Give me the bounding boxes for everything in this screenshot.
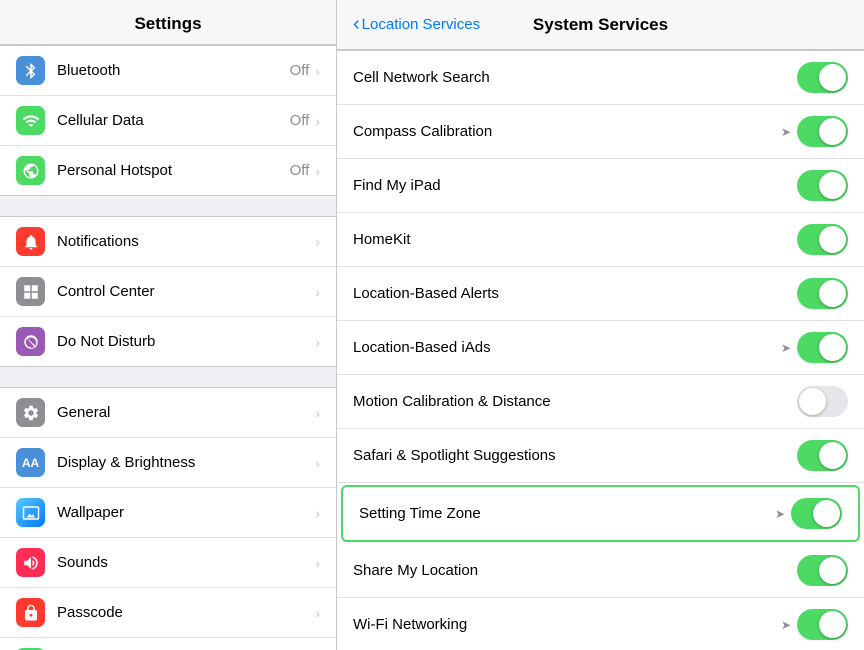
cellular-value: Off [290, 112, 310, 129]
general-chevron: › [315, 405, 320, 421]
location-alerts-label: Location-Based Alerts [353, 285, 797, 302]
bluetooth-icon [16, 56, 45, 85]
right-item-location-iads[interactable]: Location-Based iAds ➤ [337, 321, 864, 375]
safari-toggle[interactable] [797, 440, 848, 471]
right-title: System Services [533, 15, 668, 35]
sidebar-item-battery[interactable]: Battery › [0, 638, 336, 650]
notifications-icon [16, 227, 45, 256]
wallpaper-chevron: › [315, 505, 320, 521]
cellular-label: Cellular Data [57, 112, 290, 129]
homekit-toggle[interactable] [797, 224, 848, 255]
sidebar-item-do-not-disturb[interactable]: Do Not Disturb › [0, 317, 336, 366]
right-item-homekit[interactable]: HomeKit [337, 213, 864, 267]
compass-label: Compass Calibration [353, 123, 781, 140]
sidebar-item-passcode[interactable]: Passcode › [0, 588, 336, 638]
settings-section-2: Notifications › Control Center › Do Not … [0, 216, 336, 367]
display-chevron: › [315, 455, 320, 471]
sidebar-item-cellular[interactable]: Cellular Data Off › [0, 96, 336, 146]
settings-title: Settings [0, 14, 336, 34]
bluetooth-label: Bluetooth [57, 62, 290, 79]
settings-section-3: General › AA Display & Brightness › Wall… [0, 387, 336, 650]
left-panel: Settings Bluetooth Off › Cellular Data O… [0, 0, 337, 650]
location-iads-toggle[interactable] [797, 332, 848, 363]
motion-toggle[interactable] [797, 386, 848, 417]
passcode-label: Passcode [57, 604, 309, 621]
right-item-share-location[interactable]: Share My Location [337, 544, 864, 598]
sounds-icon [16, 548, 45, 577]
cell-network-toggle[interactable] [797, 62, 848, 93]
sidebar-item-control-center[interactable]: Control Center › [0, 267, 336, 317]
sidebar-item-general[interactable]: General › [0, 388, 336, 438]
sidebar-item-wallpaper[interactable]: Wallpaper › [0, 488, 336, 538]
safari-label: Safari & Spotlight Suggestions [353, 447, 797, 464]
cellular-icon [16, 106, 45, 135]
wifi-arrow-icon: ➤ [781, 618, 791, 632]
time-zone-label: Setting Time Zone [359, 505, 775, 522]
sounds-label: Sounds [57, 554, 309, 571]
wifi-label: Wi-Fi Networking [353, 616, 781, 633]
sounds-chevron: › [315, 555, 320, 571]
right-item-compass[interactable]: Compass Calibration ➤ [337, 105, 864, 159]
settings-header: Settings [0, 0, 336, 45]
right-item-wifi[interactable]: Wi-Fi Networking ➤ [337, 598, 864, 650]
hotspot-label: Personal Hotspot [57, 162, 290, 179]
share-location-label: Share My Location [353, 562, 797, 579]
display-icon: AA [16, 448, 45, 477]
right-item-time-zone[interactable]: Setting Time Zone ➤ [341, 485, 860, 542]
display-label: Display & Brightness [57, 454, 309, 471]
general-icon [16, 398, 45, 427]
right-panel: ‹ Location Services System Services Cell… [337, 0, 864, 650]
share-location-toggle[interactable] [797, 555, 848, 586]
do-not-disturb-chevron: › [315, 334, 320, 350]
wallpaper-label: Wallpaper [57, 504, 309, 521]
homekit-label: HomeKit [353, 231, 797, 248]
cellular-chevron: › [315, 113, 320, 129]
compass-toggle[interactable] [797, 116, 848, 147]
back-label: Location Services [362, 16, 480, 33]
right-header: ‹ Location Services System Services [337, 0, 864, 50]
bluetooth-chevron: › [315, 63, 320, 79]
sidebar-item-sounds[interactable]: Sounds › [0, 538, 336, 588]
wallpaper-icon [16, 498, 45, 527]
right-item-location-alerts[interactable]: Location-Based Alerts [337, 267, 864, 321]
location-iads-arrow-icon: ➤ [781, 341, 791, 355]
wifi-toggle[interactable] [797, 609, 848, 640]
hotspot-chevron: › [315, 163, 320, 179]
sidebar-item-notifications[interactable]: Notifications › [0, 217, 336, 267]
do-not-disturb-icon [16, 327, 45, 356]
find-ipad-toggle[interactable] [797, 170, 848, 201]
hotspot-value: Off [290, 162, 310, 179]
right-items-list: Cell Network Search Compass Calibration … [337, 50, 864, 650]
hotspot-icon [16, 156, 45, 185]
right-item-motion[interactable]: Motion Calibration & Distance [337, 375, 864, 429]
location-iads-label: Location-Based iAds [353, 339, 781, 356]
passcode-icon [16, 598, 45, 627]
time-zone-toggle[interactable] [791, 498, 842, 529]
time-zone-arrow-icon: ➤ [775, 507, 785, 521]
general-label: General [57, 404, 309, 421]
right-item-find-ipad[interactable]: Find My iPad [337, 159, 864, 213]
back-chevron-icon: ‹ [353, 13, 360, 36]
notifications-chevron: › [315, 234, 320, 250]
control-center-chevron: › [315, 284, 320, 300]
control-center-label: Control Center [57, 283, 309, 300]
sidebar-item-display[interactable]: AA Display & Brightness › [0, 438, 336, 488]
compass-location-icon: ➤ [781, 125, 791, 139]
settings-groups: Bluetooth Off › Cellular Data Off › Pers… [0, 45, 336, 650]
back-button[interactable]: ‹ Location Services [353, 13, 480, 36]
right-item-cell-network[interactable]: Cell Network Search [337, 51, 864, 105]
motion-label: Motion Calibration & Distance [353, 393, 797, 410]
sidebar-item-hotspot[interactable]: Personal Hotspot Off › [0, 146, 336, 195]
location-alerts-toggle[interactable] [797, 278, 848, 309]
find-ipad-label: Find My iPad [353, 177, 797, 194]
passcode-chevron: › [315, 605, 320, 621]
right-item-safari[interactable]: Safari & Spotlight Suggestions [337, 429, 864, 483]
do-not-disturb-label: Do Not Disturb [57, 333, 309, 350]
notifications-label: Notifications [57, 233, 309, 250]
bluetooth-value: Off [290, 62, 310, 79]
cell-network-label: Cell Network Search [353, 69, 797, 86]
sidebar-item-bluetooth[interactable]: Bluetooth Off › [0, 46, 336, 96]
control-center-icon [16, 277, 45, 306]
settings-section-1: Bluetooth Off › Cellular Data Off › Pers… [0, 45, 336, 196]
